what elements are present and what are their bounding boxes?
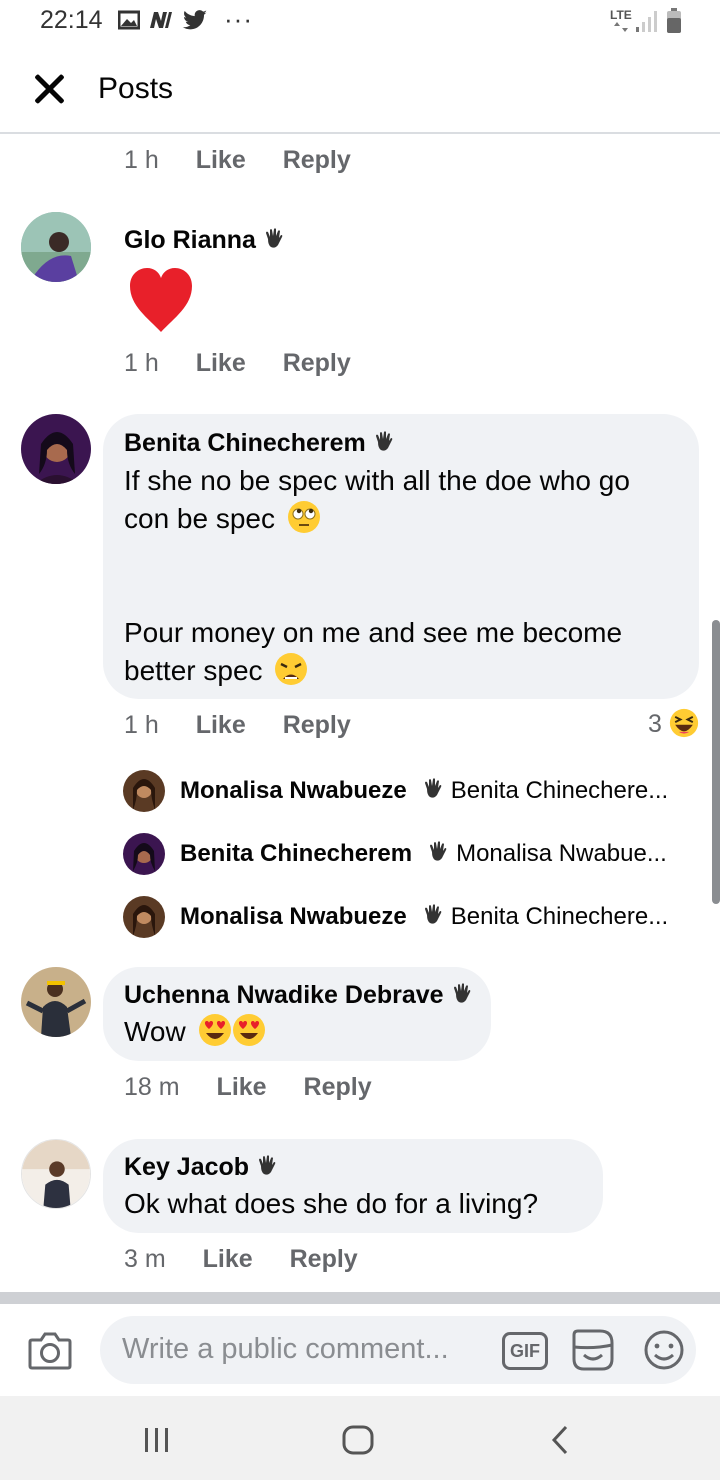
reply-preview: Benita Chinechere...	[450, 903, 669, 930]
reply-author[interactable]: Monalisa Nwabueze	[180, 777, 407, 804]
scrollbar[interactable]	[712, 620, 720, 904]
fan-badge-icon	[424, 904, 442, 924]
comment-text: Wow	[124, 1013, 266, 1051]
gif-button[interactable]: GIF	[502, 1332, 548, 1370]
emoji-icon[interactable]	[642, 1328, 686, 1372]
haha-reaction-icon	[669, 708, 698, 738]
fan-badge-icon	[430, 841, 447, 861]
fan-badge-icon	[375, 431, 393, 451]
fan-badge-icon	[265, 228, 283, 248]
commenter-name[interactable]: Glo Rianna	[124, 226, 286, 255]
comment-line-with-emoji: better spec	[124, 652, 689, 690]
recent-apps-icon[interactable]	[143, 1427, 171, 1453]
twitter-icon	[182, 10, 207, 30]
comment-line: con be spec	[124, 503, 275, 534]
reply-button[interactable]: Reply	[283, 349, 351, 377]
avatar[interactable]	[21, 414, 91, 484]
commenter-name[interactable]: Uchenna Nwadike Debrave	[124, 981, 474, 1010]
page-title: Posts	[98, 72, 174, 105]
comment-meta: 1 h Like Reply	[124, 146, 351, 175]
commenter-name-text[interactable]: Key Jacob	[124, 1153, 249, 1181]
reply-item[interactable]: Monalisa Nwabueze Benita Chinechere...	[180, 903, 668, 931]
commenter-name[interactable]: Benita Chinecherem	[124, 429, 396, 458]
avatar[interactable]	[21, 967, 91, 1037]
commenter-name-text[interactable]: Uchenna Nwadike Debrave	[124, 981, 444, 1009]
network-type: LTE	[610, 8, 632, 22]
reply-preview: Benita Chinechere...	[450, 777, 669, 804]
like-button[interactable]: Like	[196, 711, 246, 739]
avatar[interactable]	[123, 770, 165, 812]
comment-time: 18 m	[124, 1073, 180, 1101]
news-icon	[150, 12, 172, 28]
reply-author[interactable]: Benita Chinecherem	[180, 840, 412, 867]
comment-time: 3 m	[124, 1245, 166, 1273]
comment-text: If she no be spec with all the doe who g…	[124, 462, 689, 690]
comment-time: 1 h	[124, 146, 159, 174]
heart-eyes-emoji-icon	[232, 1014, 265, 1046]
close-icon[interactable]	[32, 72, 66, 106]
reply-button[interactable]: Reply	[283, 146, 351, 174]
comment-meta: 1 h Like Reply	[124, 349, 351, 378]
reply-preview: Monalisa Nwabue...	[456, 840, 667, 867]
weary-emoji-icon	[275, 653, 308, 685]
heart-eyes-emoji-icon	[198, 1014, 231, 1046]
fan-badge-icon	[453, 983, 470, 1003]
more-notifications: ···	[224, 4, 253, 34]
status-bar: 22:14 ··· LTE	[0, 0, 720, 44]
commenter-name-text[interactable]: Benita Chinecherem	[124, 429, 366, 457]
heart-icon	[130, 268, 192, 332]
reaction-count: 3	[648, 710, 662, 738]
commenter-name-text[interactable]: Glo Rianna	[124, 226, 256, 254]
reply-item[interactable]: Benita Chinecherem Monalisa Nwabue...	[180, 840, 667, 868]
home-icon[interactable]	[342, 1425, 374, 1455]
avatar[interactable]	[123, 896, 165, 938]
like-button[interactable]: Like	[196, 146, 246, 174]
camera-icon[interactable]	[28, 1330, 72, 1370]
header-bar: Posts	[0, 44, 720, 134]
comment-line-with-emoji: con be spec	[124, 500, 689, 538]
sticker-icon[interactable]	[570, 1327, 616, 1373]
comment-line: Wow	[124, 1016, 186, 1047]
like-button[interactable]: Like	[217, 1073, 267, 1101]
comment-text: Ok what does she do for a living?	[124, 1188, 539, 1219]
like-button[interactable]: Like	[196, 349, 246, 377]
reply-button[interactable]: Reply	[283, 711, 351, 739]
reply-author[interactable]: Monalisa Nwabueze	[180, 903, 407, 930]
comment-input[interactable]: Write a public comment... GIF	[100, 1316, 696, 1384]
comment-meta: 3 m Like Reply	[124, 1245, 358, 1274]
comment-composer: Write a public comment... GIF	[0, 1304, 720, 1396]
comment-placeholder: Write a public comment...	[122, 1333, 449, 1365]
system-nav-bar	[0, 1396, 720, 1480]
eye-roll-emoji-icon	[287, 501, 320, 533]
gallery-icon	[118, 10, 140, 30]
comment-line: If she no be spec with all the doe who g…	[124, 465, 630, 496]
comment-time: 1 h	[124, 349, 159, 377]
status-time: 22:14	[40, 6, 103, 34]
comment-meta: 1 h Like Reply	[124, 711, 351, 740]
comment-meta: 18 m Like Reply	[124, 1073, 372, 1102]
reply-button[interactable]: Reply	[290, 1245, 358, 1273]
like-button[interactable]: Like	[203, 1245, 253, 1273]
reply-button[interactable]: Reply	[304, 1073, 372, 1101]
comment-line: Pour money on me and see me become	[124, 617, 623, 648]
reaction-summary[interactable]: 3	[648, 708, 699, 739]
battery-icon	[667, 8, 681, 33]
comment-time: 1 h	[124, 711, 159, 739]
avatar[interactable]	[123, 833, 165, 875]
divider	[0, 1292, 720, 1304]
avatar[interactable]	[21, 212, 91, 282]
back-icon[interactable]	[550, 1425, 570, 1455]
fan-badge-icon	[424, 778, 442, 798]
signal-icon	[636, 11, 657, 32]
avatar[interactable]	[21, 1139, 91, 1209]
fan-badge-icon	[259, 1155, 276, 1175]
comment-line: better spec	[124, 655, 263, 686]
data-arrows-icon	[614, 22, 628, 32]
commenter-name[interactable]: Key Jacob	[124, 1153, 279, 1182]
reply-item[interactable]: Monalisa Nwabueze Benita Chinechere...	[180, 777, 668, 805]
